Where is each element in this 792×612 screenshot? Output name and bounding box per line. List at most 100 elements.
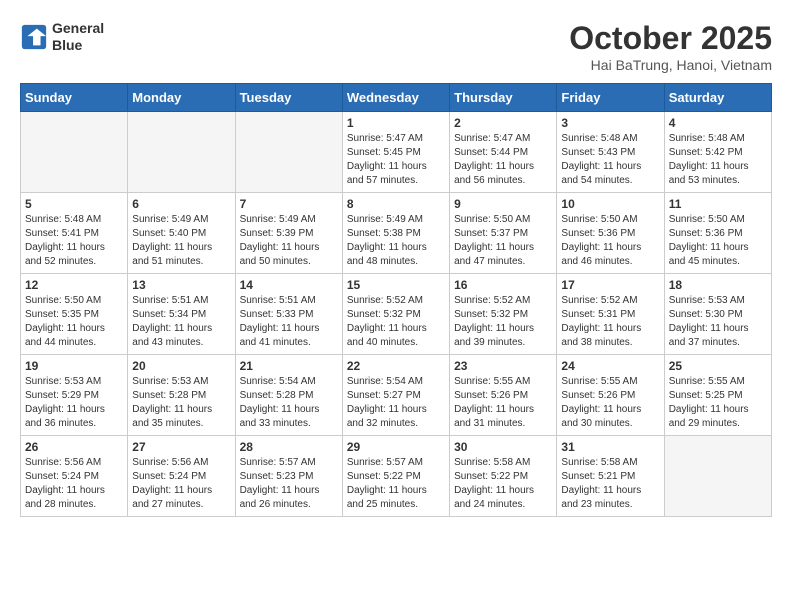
weekday-header-wednesday: Wednesday [342, 84, 449, 112]
day-number: 24 [561, 359, 659, 373]
calendar-cell: 2 Sunrise: 5:47 AM Sunset: 5:44 PM Daylig… [450, 112, 557, 193]
day-info: Sunrise: 5:48 AM Sunset: 5:43 PM Dayligh… [561, 132, 659, 188]
calendar-week-row: 5 Sunrise: 5:48 AM Sunset: 5:41 PM Daylig… [21, 193, 772, 274]
day-number: 9 [454, 197, 552, 211]
day-info: Sunrise: 5:50 AM Sunset: 5:36 PM Dayligh… [669, 213, 767, 269]
day-number: 30 [454, 440, 552, 454]
day-info: Sunrise: 5:49 AM Sunset: 5:40 PM Dayligh… [132, 213, 230, 269]
day-number: 5 [25, 197, 123, 211]
calendar-cell: 13 Sunrise: 5:51 AM Sunset: 5:34 PM Dayli… [128, 274, 235, 355]
calendar-cell: 4Sunrise: 5:48 AM Sunset: 5:42 PM Daylig… [664, 112, 771, 193]
day-info: Sunrise: 5:57 AM Sunset: 5:23 PM Dayligh… [240, 456, 338, 512]
day-info: Sunrise: 5:51 AM Sunset: 5:33 PM Dayligh… [240, 294, 338, 350]
day-info: Sunrise: 5:56 AM Sunset: 5:24 PM Dayligh… [132, 456, 230, 512]
day-number: 25 [669, 359, 767, 373]
title-block: October 2025 Hai BaTrung, Hanoi, Vietnam [569, 20, 772, 73]
weekday-header-row: SundayMondayTuesdayWednesdayThursdayFrid… [21, 84, 772, 112]
weekday-header-friday: Friday [557, 84, 664, 112]
calendar-cell: 18 Sunrise: 5:53 AM Sunset: 5:30 PM Dayli… [664, 274, 771, 355]
day-info: Sunrise: 5:53 AM Sunset: 5:28 PM Dayligh… [132, 375, 230, 431]
calendar-cell: 10 Sunrise: 5:50 AM Sunset: 5:36 PM Dayli… [557, 193, 664, 274]
day-info: Sunrise: 5:58 AM Sunset: 5:22 PM Dayligh… [454, 456, 552, 512]
day-info: Sunrise: 5:49 AM Sunset: 5:38 PM Dayligh… [347, 213, 445, 269]
day-info: Sunrise: 5:55 AM Sunset: 5:26 PM Dayligh… [454, 375, 552, 431]
calendar-week-row: 26 Sunrise: 5:56 AM Sunset: 5:24 PM Dayli… [21, 436, 772, 517]
day-info: Sunrise: 5:52 AM Sunset: 5:31 PM Dayligh… [561, 294, 659, 350]
day-number: 23 [454, 359, 552, 373]
calendar-cell: 3 Sunrise: 5:48 AM Sunset: 5:43 PM Daylig… [557, 112, 664, 193]
calendar-cell [235, 112, 342, 193]
calendar-cell [128, 112, 235, 193]
calendar-cell: 24Sunrise: 5:55 AM Sunset: 5:26 PM Dayli… [557, 355, 664, 436]
day-number: 31 [561, 440, 659, 454]
day-number: 22 [347, 359, 445, 373]
calendar-cell: 9 Sunrise: 5:50 AM Sunset: 5:37 PM Daylig… [450, 193, 557, 274]
day-number: 16 [454, 278, 552, 292]
day-info: Sunrise: 5:48 AM Sunset: 5:41 PM Dayligh… [25, 213, 123, 269]
day-number: 15 [347, 278, 445, 292]
weekday-header-monday: Monday [128, 84, 235, 112]
day-number: 12 [25, 278, 123, 292]
calendar-cell: 17 Sunrise: 5:52 AM Sunset: 5:31 PM Dayli… [557, 274, 664, 355]
calendar-cell: 1Sunrise: 5:47 AM Sunset: 5:45 PM Daylig… [342, 112, 449, 193]
calendar-cell: 14 Sunrise: 5:51 AM Sunset: 5:33 PM Dayli… [235, 274, 342, 355]
day-info: Sunrise: 5:50 AM Sunset: 5:36 PM Dayligh… [561, 213, 659, 269]
day-number: 14 [240, 278, 338, 292]
day-number: 27 [132, 440, 230, 454]
day-number: 29 [347, 440, 445, 454]
weekday-header-sunday: Sunday [21, 84, 128, 112]
calendar-table: SundayMondayTuesdayWednesdayThursdayFrid… [20, 83, 772, 517]
day-number: 2 [454, 116, 552, 130]
day-number: 26 [25, 440, 123, 454]
weekday-header-saturday: Saturday [664, 84, 771, 112]
logo-icon [20, 23, 48, 51]
day-number: 17 [561, 278, 659, 292]
day-number: 21 [240, 359, 338, 373]
calendar-cell: 21 Sunrise: 5:54 AM Sunset: 5:28 PM Dayli… [235, 355, 342, 436]
day-number: 10 [561, 197, 659, 211]
day-info: Sunrise: 5:50 AM Sunset: 5:35 PM Dayligh… [25, 294, 123, 350]
day-number: 13 [132, 278, 230, 292]
day-info: Sunrise: 5:50 AM Sunset: 5:37 PM Dayligh… [454, 213, 552, 269]
day-number: 28 [240, 440, 338, 454]
weekday-header-tuesday: Tuesday [235, 84, 342, 112]
day-number: 18 [669, 278, 767, 292]
calendar-week-row: 12 Sunrise: 5:50 AM Sunset: 5:35 PM Dayli… [21, 274, 772, 355]
calendar-cell: 7 Sunrise: 5:49 AM Sunset: 5:39 PM Daylig… [235, 193, 342, 274]
calendar-cell: 15Sunrise: 5:52 AM Sunset: 5:32 PM Dayli… [342, 274, 449, 355]
day-info: Sunrise: 5:52 AM Sunset: 5:32 PM Dayligh… [454, 294, 552, 350]
page-subtitle: Hai BaTrung, Hanoi, Vietnam [569, 57, 772, 73]
day-number: 1 [347, 116, 445, 130]
day-info: Sunrise: 5:56 AM Sunset: 5:24 PM Dayligh… [25, 456, 123, 512]
calendar-week-row: 1Sunrise: 5:47 AM Sunset: 5:45 PM Daylig… [21, 112, 772, 193]
day-info: Sunrise: 5:53 AM Sunset: 5:30 PM Dayligh… [669, 294, 767, 350]
day-number: 20 [132, 359, 230, 373]
calendar-cell: 8 Sunrise: 5:49 AM Sunset: 5:38 PM Daylig… [342, 193, 449, 274]
day-info: Sunrise: 5:54 AM Sunset: 5:28 PM Dayligh… [240, 375, 338, 431]
day-number: 11 [669, 197, 767, 211]
calendar-cell: 12 Sunrise: 5:50 AM Sunset: 5:35 PM Dayli… [21, 274, 128, 355]
calendar-cell: 20 Sunrise: 5:53 AM Sunset: 5:28 PM Dayli… [128, 355, 235, 436]
day-info: Sunrise: 5:55 AM Sunset: 5:25 PM Dayligh… [669, 375, 767, 431]
day-info: Sunrise: 5:58 AM Sunset: 5:21 PM Dayligh… [561, 456, 659, 512]
day-number: 3 [561, 116, 659, 130]
day-number: 7 [240, 197, 338, 211]
calendar-cell: 19Sunrise: 5:53 AM Sunset: 5:29 PM Dayli… [21, 355, 128, 436]
calendar-cell: 31 Sunrise: 5:58 AM Sunset: 5:21 PM Dayli… [557, 436, 664, 517]
calendar-cell: 6 Sunrise: 5:49 AM Sunset: 5:40 PM Daylig… [128, 193, 235, 274]
calendar-cell [21, 112, 128, 193]
day-info: Sunrise: 5:49 AM Sunset: 5:39 PM Dayligh… [240, 213, 338, 269]
day-info: Sunrise: 5:47 AM Sunset: 5:44 PM Dayligh… [454, 132, 552, 188]
day-info: Sunrise: 5:51 AM Sunset: 5:34 PM Dayligh… [132, 294, 230, 350]
calendar-cell: 26 Sunrise: 5:56 AM Sunset: 5:24 PM Dayli… [21, 436, 128, 517]
calendar-cell: 22Sunrise: 5:54 AM Sunset: 5:27 PM Dayli… [342, 355, 449, 436]
calendar-cell: 27 Sunrise: 5:56 AM Sunset: 5:24 PM Dayli… [128, 436, 235, 517]
day-number: 6 [132, 197, 230, 211]
calendar-cell: 25 Sunrise: 5:55 AM Sunset: 5:25 PM Dayli… [664, 355, 771, 436]
day-number: 8 [347, 197, 445, 211]
day-number: 4 [669, 116, 767, 130]
calendar-cell: 23 Sunrise: 5:55 AM Sunset: 5:26 PM Dayli… [450, 355, 557, 436]
calendar-cell: 16 Sunrise: 5:52 AM Sunset: 5:32 PM Dayli… [450, 274, 557, 355]
calendar-cell: 29Sunrise: 5:57 AM Sunset: 5:22 PM Dayli… [342, 436, 449, 517]
weekday-header-thursday: Thursday [450, 84, 557, 112]
